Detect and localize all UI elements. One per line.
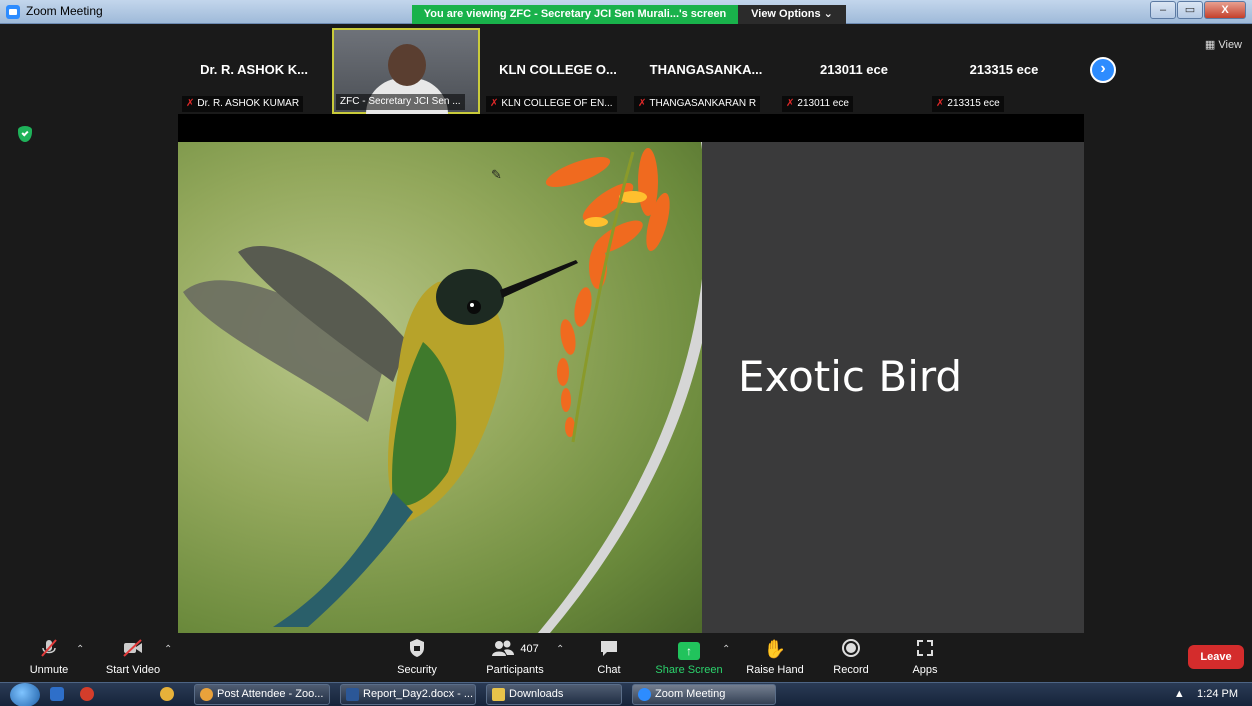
taskbar-item-label: Report_Day2.docx - ...	[363, 688, 474, 700]
taskbar-item-zoom-meeting[interactable]: Zoom Meeting	[632, 684, 776, 705]
participant-name-bar: ZFC - Secretary JCI Sen ...	[336, 94, 465, 110]
title-bar: Zoom Meeting You are viewing ZFC - Secre…	[0, 0, 1252, 24]
participant-tile[interactable]: 213315 ece ✗ 213315 ece	[930, 28, 1078, 114]
pencil-cursor-icon: ✎	[491, 167, 502, 182]
participant-big-name: 213315 ece	[969, 62, 1039, 77]
window-controls: – ▭ X	[1149, 1, 1246, 19]
participant-name: ZFC - Secretary JCI Sen ...	[340, 96, 461, 107]
participant-name: Dr. R. ASHOK KUMAR	[197, 98, 300, 109]
unmute-button[interactable]: Unmute ⌃	[4, 638, 94, 676]
clock[interactable]: 1:24 PM	[1197, 688, 1238, 700]
participant-name: KLN COLLEGE OF EN...	[501, 98, 613, 109]
windows-start-button-icon[interactable]	[10, 683, 40, 706]
participant-name-bar: ✗ Dr. R. ASHOK KUMAR	[182, 96, 304, 112]
shared-screen-top-bar	[178, 114, 1084, 142]
participant-big-name: THANGASANKA...	[649, 62, 763, 77]
security-shield-icon	[372, 638, 462, 660]
participant-tile[interactable]: THANGASANKA... ✗ THANGASANKARAN R	[632, 28, 780, 114]
participant-name: THANGASANKARAN R	[649, 98, 757, 109]
start-video-button[interactable]: Start Video ⌃	[88, 638, 178, 676]
viewing-screen-banner: You are viewing ZFC - Secretary JCI Sen …	[412, 5, 738, 24]
participant-name-bar: ✗ THANGASANKARAN R	[634, 96, 761, 112]
participants-button[interactable]: 407 Participants ⌃	[470, 638, 564, 676]
security-button[interactable]: Security	[372, 638, 462, 676]
folder-icon	[492, 688, 505, 701]
muted-mic-icon: ✗	[786, 98, 795, 109]
taskbar-item-report-docx[interactable]: Report_Day2.docx - ...	[340, 684, 476, 705]
leave-button[interactable]: Leave	[1188, 645, 1244, 669]
chat-bubble-icon	[564, 638, 654, 660]
security-shield-icon[interactable]	[18, 126, 32, 142]
speaker-head	[388, 44, 426, 86]
participant-big-name: 213011 ece	[820, 62, 888, 77]
word-icon	[346, 688, 359, 701]
participant-big-name: KLN COLLEGE O...	[499, 62, 617, 77]
apps-button[interactable]: Apps	[880, 638, 970, 676]
muted-mic-icon: ✗	[638, 98, 647, 109]
muted-mic-icon: ✗	[490, 98, 499, 109]
opera-browser-icon[interactable]	[80, 687, 94, 701]
chrome-browser-icon[interactable]	[160, 687, 174, 701]
start-video-label: Start Video	[105, 664, 161, 676]
share-screen-icon: ↑	[644, 638, 734, 660]
windows-taskbar: Post Attendee - Zoo... Report_Day2.docx …	[0, 682, 1252, 706]
view-layout-button[interactable]: ▦ View	[1205, 38, 1242, 51]
taskbar-item-label: Zoom Meeting	[655, 688, 726, 700]
hummingbird-illustration	[183, 142, 702, 633]
active-speaker-tile[interactable]: ZFC - Secretary JCI Sen ...	[332, 28, 480, 114]
meeting-toolbar: Unmute ⌃ Start Video ⌃ Security 407 Part…	[0, 636, 1252, 682]
shared-screen: ✎ Exotic Bird	[178, 142, 1084, 633]
taskbar-item-label: Post Attendee - Zoo...	[217, 688, 324, 700]
next-page-arrow-icon[interactable]: ›	[1090, 57, 1116, 83]
maximize-button[interactable]: ▭	[1177, 1, 1203, 19]
taskbar-item-post-attendee[interactable]: Post Attendee - Zoo...	[194, 684, 330, 705]
security-label: Security	[397, 664, 437, 676]
participants-icon: 407	[470, 638, 560, 660]
chrome-icon	[200, 688, 213, 701]
participant-big-name: Dr. R. ASHOK K...	[200, 62, 308, 77]
participant-name: 213011 ece	[797, 98, 849, 109]
apps-label: Apps	[912, 664, 938, 676]
zoom-icon	[638, 688, 651, 701]
share-screen-label: Share Screen	[655, 664, 723, 676]
chat-label: Chat	[597, 664, 621, 676]
tray-expand-arrow-icon[interactable]: ▲	[1174, 688, 1185, 700]
unmute-label: Unmute	[29, 664, 69, 676]
slide-title: Exotic Bird	[738, 352, 963, 401]
taskbar-item-downloads[interactable]: Downloads	[486, 684, 622, 705]
participant-name-bar: ✗ 213011 ece	[782, 96, 853, 112]
participant-name-bar: ✗ KLN COLLEGE OF EN...	[486, 96, 617, 112]
video-options-chevron-icon[interactable]: ⌃	[164, 644, 172, 655]
muted-mic-icon: ✗	[186, 98, 195, 109]
hummingbird-photo: ✎	[178, 142, 702, 633]
participant-video-strip: Dr. R. ASHOK K... ✗ Dr. R. ASHOK KUMAR ZF…	[180, 28, 1084, 114]
view-options-button[interactable]: View Options ⌄	[738, 5, 846, 24]
share-screen-button[interactable]: ↑ Share Screen ⌃	[644, 638, 734, 676]
window-title: Zoom Meeting	[26, 4, 103, 18]
participant-name-bar: ✗ 213315 ece	[932, 96, 1004, 112]
zoom-app-icon	[6, 5, 20, 19]
close-button[interactable]: X	[1204, 1, 1246, 19]
participant-tile[interactable]: KLN COLLEGE O... ✗ KLN COLLEGE OF EN...	[484, 28, 632, 114]
system-tray: ▲ 1:24 PM	[1174, 688, 1238, 700]
participants-label: Participants	[486, 664, 544, 676]
zoom-window: Zoom Meeting You are viewing ZFC - Secre…	[0, 0, 1252, 706]
participant-name: 213315 ece	[947, 98, 1000, 109]
taskbar-item-label: Downloads	[509, 688, 564, 700]
chat-button[interactable]: Chat	[564, 638, 654, 676]
participants-count: 407	[520, 643, 539, 655]
apps-icon	[880, 638, 970, 660]
audio-options-chevron-icon[interactable]: ⌃	[76, 644, 84, 655]
muted-mic-icon: ✗	[936, 98, 945, 109]
participant-tile[interactable]: 213011 ece ✗ 213011 ece	[780, 28, 928, 114]
minimize-button[interactable]: –	[1150, 1, 1176, 19]
media-player-icon[interactable]	[50, 687, 64, 701]
participant-tile[interactable]: Dr. R. ASHOK K... ✗ Dr. R. ASHOK KUMAR	[180, 28, 328, 114]
